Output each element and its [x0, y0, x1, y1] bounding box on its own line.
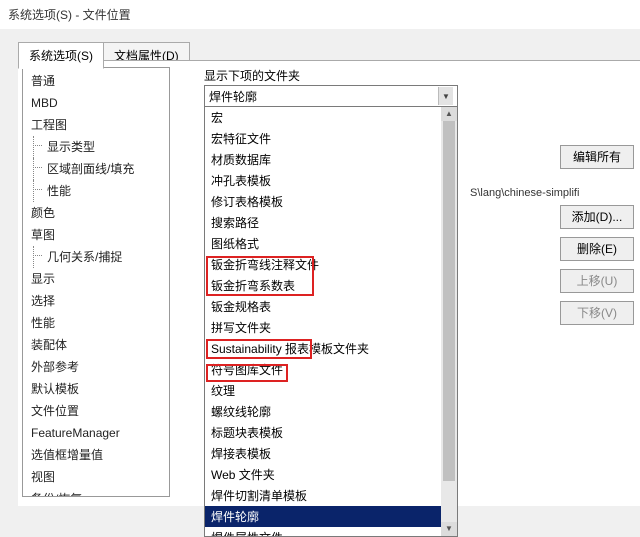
combo-option[interactable]: 钣金规格表: [205, 296, 457, 317]
scroll-thumb[interactable]: [443, 121, 455, 481]
tree-item[interactable]: 默认模板: [23, 378, 169, 400]
tree-item[interactable]: 普通: [23, 70, 169, 92]
combo-option[interactable]: 焊件轮廓: [205, 506, 457, 527]
folder-combo[interactable]: 焊件轮廓 ▼ 宏宏特征文件材质数据库冲孔表模板修订表格模板搜索路径图纸格式钣金折…: [204, 85, 458, 537]
tab-system-options[interactable]: 系统选项(S): [18, 42, 104, 69]
combo-option[interactable]: 纹理: [205, 380, 457, 401]
tree-item[interactable]: 装配体: [23, 334, 169, 356]
tree-item[interactable]: 工程图: [23, 114, 169, 136]
add-button[interactable]: 添加(D)...: [560, 205, 634, 229]
move-up-button[interactable]: 上移(U): [560, 269, 634, 293]
edit-all-button[interactable]: 编辑所有: [560, 145, 634, 169]
tree-item[interactable]: 选择: [23, 290, 169, 312]
combo-selected[interactable]: 焊件轮廓 ▼: [205, 86, 457, 106]
tree-item[interactable]: 选值框增量值: [23, 444, 169, 466]
chevron-down-icon[interactable]: ▼: [438, 87, 453, 105]
combo-option[interactable]: Web 文件夹: [205, 464, 457, 485]
combo-selected-text: 焊件轮廓: [209, 88, 438, 105]
combo-option[interactable]: 标题块表模板: [205, 422, 457, 443]
combo-option[interactable]: 修订表格模板: [205, 191, 457, 212]
combo-option[interactable]: 焊接表模板: [205, 443, 457, 464]
combo-option[interactable]: 宏特征文件: [205, 128, 457, 149]
combo-option[interactable]: 钣金折弯线注释文件: [205, 254, 457, 275]
combo-option[interactable]: 搜索路径: [205, 212, 457, 233]
main-panel: 普通MBD工程图显示类型区域剖面线/填充性能颜色草图几何关系/捕捉显示选择性能装…: [18, 60, 640, 506]
tree-sub-item[interactable]: 几何关系/捕捉: [23, 246, 169, 268]
combo-option[interactable]: 符号图库文件: [205, 359, 457, 380]
combo-option[interactable]: 螺纹线轮廓: [205, 401, 457, 422]
tree-item[interactable]: MBD: [23, 92, 169, 114]
combo-dropdown[interactable]: 宏宏特征文件材质数据库冲孔表模板修订表格模板搜索路径图纸格式钣金折弯线注释文件钣…: [205, 106, 457, 536]
tree-item[interactable]: 外部参考: [23, 356, 169, 378]
combo-option[interactable]: 冲孔表模板: [205, 170, 457, 191]
combo-option[interactable]: 拼写文件夹: [205, 317, 457, 338]
combo-option[interactable]: 材质数据库: [205, 149, 457, 170]
tree-item[interactable]: 备份/恢复: [23, 488, 169, 497]
tree-item[interactable]: 文件位置: [23, 400, 169, 422]
combo-option[interactable]: 宏: [205, 107, 457, 128]
window-title: 系统选项(S) - 文件位置: [0, 0, 640, 29]
combo-option[interactable]: Sustainability 报表模板文件夹: [205, 338, 457, 359]
tree-item[interactable]: 草图: [23, 224, 169, 246]
move-down-button[interactable]: 下移(V): [560, 301, 634, 325]
delete-button[interactable]: 删除(E): [560, 237, 634, 261]
combo-option[interactable]: 焊件属性文件: [205, 527, 457, 536]
tree-sub-item[interactable]: 性能: [23, 180, 169, 202]
tree-sub-item[interactable]: 显示类型: [23, 136, 169, 158]
combo-option[interactable]: 焊件切割清单模板: [205, 485, 457, 506]
category-tree[interactable]: 普通MBD工程图显示类型区域剖面线/填充性能颜色草图几何关系/捕捉显示选择性能装…: [22, 67, 170, 497]
tree-item[interactable]: 视图: [23, 466, 169, 488]
tree-item[interactable]: FeatureManager: [23, 422, 169, 444]
scroll-up-icon[interactable]: ▲: [441, 107, 457, 121]
tree-sub-item[interactable]: 区域剖面线/填充: [23, 158, 169, 180]
tree-item[interactable]: 性能: [23, 312, 169, 334]
scrollbar[interactable]: ▲ ▼: [441, 107, 457, 536]
combo-option[interactable]: 图纸格式: [205, 233, 457, 254]
tree-item[interactable]: 显示: [23, 268, 169, 290]
button-column: 编辑所有 添加(D)... 删除(E) 上移(U) 下移(V): [560, 145, 638, 333]
combo-option[interactable]: 钣金折弯系数表: [205, 275, 457, 296]
scroll-down-icon[interactable]: ▼: [441, 522, 457, 536]
tree-item[interactable]: 颜色: [23, 202, 169, 224]
folder-label: 显示下项的文件夹: [204, 67, 640, 84]
